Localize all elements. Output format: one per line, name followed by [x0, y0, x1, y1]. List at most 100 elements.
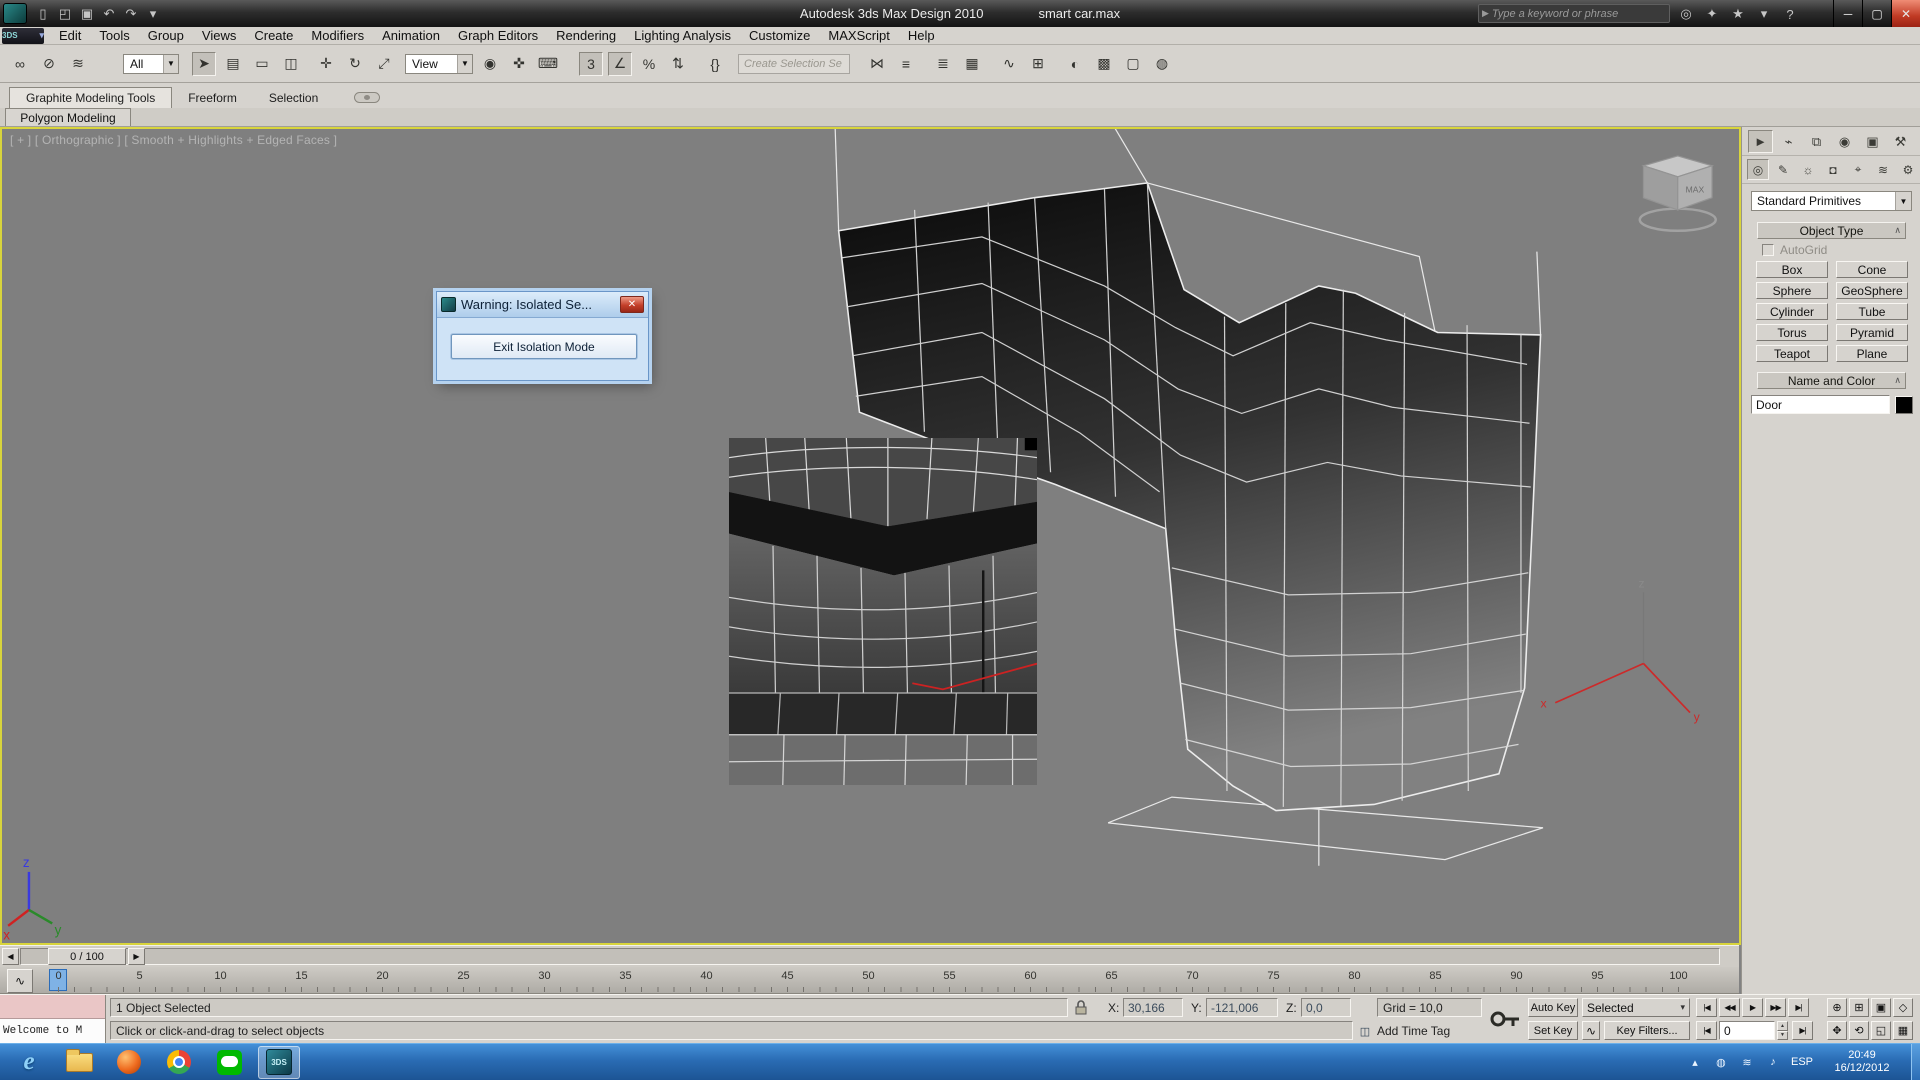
bind-to-space-warp-icon[interactable]: ≋ — [66, 52, 90, 76]
graphite-ribbon-toggle-icon[interactable]: ▦ — [960, 52, 984, 76]
taskbar-icon-explorer[interactable] — [58, 1046, 100, 1079]
menu-group[interactable]: Group — [139, 28, 193, 43]
menu-create[interactable]: Create — [245, 28, 302, 43]
cylinder-button[interactable]: Cylinder — [1756, 303, 1828, 320]
infocenter-dropdown-icon[interactable]: ▾ — [1754, 3, 1774, 25]
network-icon[interactable]: ≋ — [1739, 1056, 1755, 1069]
tab-graphite-modeling-tools[interactable]: Graphite Modeling Tools — [9, 87, 172, 108]
set-key-button[interactable]: Set Key — [1528, 1021, 1578, 1040]
mirror-icon[interactable]: ⋈ — [865, 52, 889, 76]
taskbar-icon-chrome[interactable] — [158, 1046, 200, 1079]
maximize-button[interactable]: ▢ — [1862, 0, 1891, 27]
category-shapes-icon[interactable]: ✎ — [1772, 159, 1794, 180]
tab-motion-icon[interactable]: ◉ — [1832, 130, 1857, 153]
menu-graph-editors[interactable]: Graph Editors — [449, 28, 547, 43]
teapot-button[interactable]: Teapot — [1756, 345, 1828, 362]
time-slider-thumb[interactable]: 0 / 100 — [48, 948, 126, 965]
open-file-icon[interactable]: ◰ — [54, 3, 76, 25]
menu-animation[interactable]: Animation — [373, 28, 449, 43]
category-systems-icon[interactable]: ⚙ — [1897, 159, 1919, 180]
undo-icon[interactable]: ↶ — [98, 3, 120, 25]
schematic-view-icon[interactable]: ⊞ — [1026, 52, 1050, 76]
redo-icon[interactable]: ↷ — [120, 3, 142, 25]
search-icon[interactable]: ◎ — [1676, 3, 1696, 25]
taskbar-icon-media[interactable] — [108, 1046, 150, 1079]
viewport-layout-icon[interactable]: ▦ — [1893, 1021, 1913, 1040]
favorites-star-icon[interactable]: ★ — [1728, 3, 1748, 25]
communication-center-icon[interactable]: ✦ — [1702, 3, 1722, 25]
quick-access-dropdown-icon[interactable]: ▾ — [142, 3, 164, 25]
named-selection-sets-icon[interactable]: {} — [703, 52, 727, 76]
maxscript-mini-listener[interactable]: Welcome to M — [0, 995, 106, 1044]
maximize-viewport-icon[interactable]: ◱ — [1871, 1021, 1891, 1040]
category-spacewarps-icon[interactable]: ≋ — [1872, 159, 1894, 180]
selection-set-dropdown[interactable]: Selected▾ — [1582, 998, 1690, 1017]
zoom-icon[interactable]: ⊕ — [1827, 998, 1847, 1017]
current-frame-field[interactable] — [1719, 1021, 1775, 1040]
select-and-move-icon[interactable]: ✛ — [314, 52, 338, 76]
viewport-label[interactable]: [ + ] [ Orthographic ] [ Smooth + Highli… — [10, 133, 337, 147]
taskbar-icon-ie[interactable]: e — [8, 1046, 50, 1079]
go-to-start-icon[interactable]: |◀ — [1696, 998, 1717, 1017]
layer-manager-icon[interactable]: ≣ — [931, 52, 955, 76]
plane-button[interactable]: Plane — [1836, 345, 1908, 362]
angle-snap-icon[interactable]: ∠ — [608, 52, 632, 76]
select-object-icon[interactable]: ➤ — [192, 52, 216, 76]
next-frame-icon[interactable]: ▶| — [1792, 1021, 1813, 1040]
spinner-up-icon[interactable]: ▲ — [1777, 1021, 1788, 1031]
previous-key-icon[interactable]: ◀◀ — [1719, 998, 1740, 1017]
cone-button[interactable]: Cone — [1836, 261, 1908, 278]
zoom-extents-icon[interactable]: ▣ — [1871, 998, 1891, 1017]
torus-button[interactable]: Torus — [1756, 324, 1828, 341]
frame-spinner[interactable]: ▲▼ — [1777, 1021, 1788, 1040]
reference-coordinate-dropdown[interactable]: View▼ — [405, 54, 473, 74]
primitive-category-dropdown[interactable]: Standard Primitives ▼ — [1751, 191, 1912, 211]
tab-modify-icon[interactable]: ⌁ — [1776, 130, 1801, 153]
tab-display-icon[interactable]: ▣ — [1860, 130, 1885, 153]
taskbar-icon-line[interactable] — [208, 1046, 250, 1079]
rendered-frame-window-icon[interactable]: ▢ — [1121, 52, 1145, 76]
help-icon[interactable]: ? — [1780, 3, 1800, 25]
keyboard-override-icon[interactable]: ⌨ — [536, 52, 560, 76]
menu-tools[interactable]: Tools — [90, 28, 138, 43]
window-crossing-icon[interactable]: ◫ — [279, 52, 303, 76]
select-and-rotate-icon[interactable]: ↻ — [343, 52, 367, 76]
listener-output-pane[interactable]: Welcome to M — [0, 1019, 105, 1043]
percent-snap-icon[interactable]: % — [637, 52, 661, 76]
language-indicator[interactable]: ESP — [1791, 1056, 1813, 1068]
mini-curve-editor-button[interactable]: ∿ — [7, 969, 33, 993]
geosphere-button[interactable]: GeoSphere — [1836, 282, 1908, 299]
quick-render-icon[interactable]: ◍ — [1150, 52, 1174, 76]
autogrid-checkbox[interactable] — [1762, 244, 1774, 256]
next-key-icon[interactable]: ▶▶ — [1765, 998, 1786, 1017]
curve-editor-icon[interactable]: ∿ — [997, 52, 1021, 76]
z-coordinate-field[interactable] — [1301, 998, 1351, 1017]
select-and-link-icon[interactable]: ∞ — [8, 52, 32, 76]
menu-edit[interactable]: Edit — [50, 28, 90, 43]
object-color-swatch[interactable] — [1895, 396, 1913, 414]
viewcube-ring[interactable] — [1640, 209, 1716, 231]
time-slider-track[interactable] — [20, 948, 1720, 965]
arc-rotate-icon[interactable]: ⟲ — [1849, 1021, 1869, 1040]
new-scene-icon[interactable]: ▯ — [32, 3, 54, 25]
material-editor-icon[interactable]: ◐ — [1063, 52, 1087, 76]
minimize-button[interactable]: ─ — [1833, 0, 1862, 27]
search-input[interactable] — [1492, 8, 1669, 20]
auto-key-button[interactable]: Auto Key — [1528, 998, 1578, 1017]
tray-clock[interactable]: 20:49 16/12/2012 — [1823, 1049, 1901, 1075]
tab-hierarchy-icon[interactable]: ⧉ — [1804, 130, 1829, 153]
play-icon[interactable]: ▶ — [1742, 998, 1763, 1017]
ribbon-minimize-toggle[interactable] — [354, 92, 380, 103]
tab-freeform[interactable]: Freeform — [172, 87, 253, 108]
spinner-snap-icon[interactable]: ⇅ — [666, 52, 690, 76]
object-type-rollout[interactable]: Object Type∧ — [1757, 222, 1906, 239]
next-frame-arrow[interactable]: ▶ — [128, 948, 145, 965]
menu-lighting-analysis[interactable]: Lighting Analysis — [625, 28, 740, 43]
category-helpers-icon[interactable]: ⌖ — [1847, 159, 1869, 180]
set-key-mode-icon[interactable] — [1489, 1003, 1521, 1040]
taskbar-icon-3dsmax[interactable]: 3DS — [258, 1046, 300, 1079]
x-coordinate-field[interactable] — [1123, 998, 1183, 1017]
menu-maxscript[interactable]: MAXScript — [819, 28, 898, 43]
menu-customize[interactable]: Customize — [740, 28, 819, 43]
selection-region-icon[interactable]: ▭ — [250, 52, 274, 76]
